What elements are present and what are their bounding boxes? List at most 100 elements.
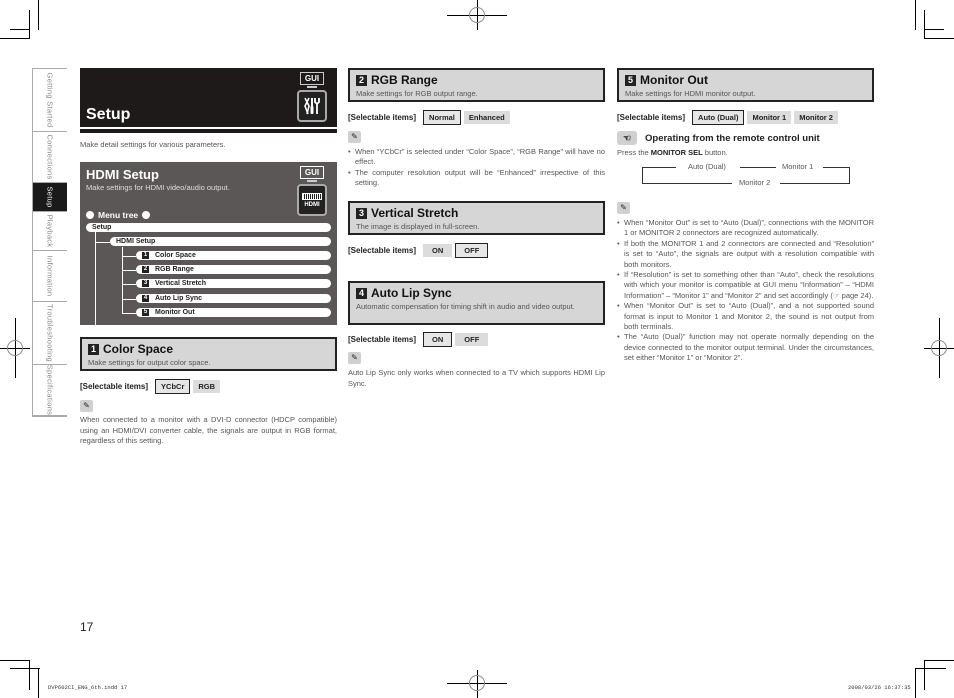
section-number: 5 bbox=[625, 74, 636, 86]
option-monitor-1[interactable]: Monitor 1 bbox=[747, 111, 792, 124]
page-number: 17 bbox=[80, 620, 94, 634]
vertical-stretch-options: [Selectable items] ON OFF bbox=[348, 243, 489, 258]
note-pencil-icon: ✎ bbox=[348, 131, 361, 143]
rgb-range-section: 2 RGB Range Make settings for RGB output … bbox=[348, 68, 605, 102]
bullet-dot-icon bbox=[142, 211, 151, 219]
tab-playback[interactable]: Playback bbox=[33, 212, 67, 251]
gui-badge: GUI bbox=[300, 166, 324, 182]
note-pencil-icon: ✎ bbox=[617, 202, 630, 214]
header-divider bbox=[80, 129, 337, 133]
tree-connector bbox=[122, 313, 136, 314]
auto-lip-sync-section: 4 Auto Lip Sync Automatic compensation fo… bbox=[348, 281, 605, 325]
note-item: The “Auto (Dual)” function may not opera… bbox=[617, 332, 874, 363]
hdmi-setup-subtitle: Make settings for HDMI video/audio outpu… bbox=[86, 183, 230, 192]
note-item: When “YCbCr” is selected under “Color Sp… bbox=[348, 147, 605, 168]
remote-hand-icon: ☜ bbox=[617, 131, 637, 145]
flow-auto-dual: Auto (Dual) bbox=[688, 162, 726, 171]
section-number: 1 bbox=[88, 343, 99, 355]
option-normal[interactable]: Normal bbox=[423, 110, 461, 125]
hdmi-setup-title: HDMI Setup bbox=[86, 167, 159, 182]
flow-arrow bbox=[642, 183, 732, 184]
slug-timestamp: 2008/03/26 16:37:35 bbox=[848, 684, 911, 691]
section-description: The image is displayed in full-screen. bbox=[356, 222, 480, 231]
flow-arrow bbox=[823, 167, 849, 168]
option-off[interactable]: OFF bbox=[455, 243, 489, 258]
color-space-note: When connected to a monitor with a DVI-D… bbox=[80, 415, 337, 445]
tree-connector bbox=[122, 284, 136, 285]
slug-filename: DVP602CI_ENG_6th.indd 17 bbox=[48, 684, 128, 691]
menu-tree-label: Menu tree bbox=[86, 210, 151, 220]
rgb-range-options: [Selectable items] Normal Enhanced bbox=[348, 110, 510, 125]
setup-header: Setup GUI bbox=[80, 68, 337, 127]
option-on[interactable]: ON bbox=[423, 332, 453, 347]
vertical-stretch-section: 3 Vertical Stretch The image is displayed… bbox=[348, 201, 605, 235]
option-off[interactable]: OFF bbox=[455, 333, 489, 346]
flow-arrow bbox=[642, 167, 643, 183]
section-description: Make settings for output color space. bbox=[88, 358, 211, 367]
tree-connector bbox=[95, 232, 96, 325]
tab-setup[interactable]: Setup bbox=[33, 183, 67, 212]
option-rgb[interactable]: RGB bbox=[193, 380, 221, 393]
tree-connector bbox=[122, 270, 136, 271]
flow-monitor-1: Monitor 1 bbox=[782, 162, 814, 171]
tree-connector bbox=[122, 299, 136, 300]
flow-arrow bbox=[849, 167, 850, 183]
tree-node-color-space[interactable]: 1 Color Space bbox=[136, 251, 331, 260]
flow-arrow bbox=[642, 167, 676, 168]
tree-connector bbox=[122, 256, 136, 257]
note-item: The computer resolution output will be “… bbox=[348, 168, 605, 189]
section-number: 3 bbox=[356, 207, 367, 219]
monitor-out-options: [Selectable items] Auto (Dual) Monitor 1… bbox=[617, 110, 838, 125]
option-ycbcr[interactable]: YCbCr bbox=[155, 379, 191, 394]
tab-troubleshooting[interactable]: Troubleshooting bbox=[33, 302, 67, 365]
monitor-out-section: 5 Monitor Out Make settings for HDMI moni… bbox=[617, 68, 874, 102]
section-title: Vertical Stretch bbox=[371, 206, 459, 220]
tab-specifications[interactable]: Specifications bbox=[33, 365, 67, 416]
note-pencil-icon: ✎ bbox=[348, 352, 361, 364]
option-enhanced[interactable]: Enhanced bbox=[463, 111, 510, 124]
hdmi-setup-panel: HDMI Setup Make settings for HDMI video/… bbox=[80, 162, 337, 325]
section-title: RGB Range bbox=[371, 73, 438, 87]
page-title: Setup bbox=[86, 106, 131, 123]
remote-control-heading: ☜ Operating from the remote control unit bbox=[617, 131, 820, 145]
tree-node-rgb-range[interactable]: 2 RGB Range bbox=[136, 265, 331, 274]
tools-icon bbox=[297, 90, 327, 122]
remote-instruction: Press the MONITOR SEL button. bbox=[617, 148, 728, 157]
flow-monitor-2: Monitor 2 bbox=[739, 178, 771, 187]
tree-node-auto-lip-sync[interactable]: 4 Auto Lip Sync bbox=[136, 294, 331, 303]
note-item: If “Resolution” is set to something othe… bbox=[617, 270, 874, 301]
setup-description: Make detail settings for various paramet… bbox=[80, 140, 226, 149]
tree-node-setup[interactable]: Setup bbox=[86, 223, 331, 232]
chapter-tabs: Getting Started Connections Setup Playba… bbox=[32, 68, 67, 417]
flow-arrow bbox=[780, 183, 850, 184]
gui-badge: GUI bbox=[300, 72, 324, 88]
tree-connector bbox=[122, 247, 123, 314]
section-description: Make settings for RGB output range. bbox=[356, 89, 478, 98]
tree-node-hdmi-setup[interactable]: HDMI Setup bbox=[110, 237, 331, 246]
monitor-out-notes: When “Monitor Out” is set to “Auto (Dual… bbox=[617, 218, 874, 364]
tree-node-monitor-out[interactable]: 5 Monitor Out bbox=[136, 308, 331, 317]
note-item: If both the MONITOR 1 and 2 connectors a… bbox=[617, 239, 874, 270]
hdmi-connector-icon bbox=[302, 192, 322, 200]
option-monitor-2[interactable]: Monitor 2 bbox=[794, 111, 838, 124]
option-auto-dual[interactable]: Auto (Dual) bbox=[692, 110, 745, 125]
tab-connections[interactable]: Connections bbox=[33, 132, 67, 183]
tab-information[interactable]: Information bbox=[33, 251, 67, 302]
note-item: When “Monitor Out” is set to “Auto (Dual… bbox=[617, 218, 874, 239]
auto-lip-sync-note: Auto Lip Sync only works when connected … bbox=[348, 368, 605, 388]
section-title: Auto Lip Sync bbox=[371, 286, 452, 300]
color-space-options: [Selectable items] YCbCr RGB bbox=[80, 379, 221, 394]
section-title: Monitor Out bbox=[640, 73, 708, 87]
section-title: Color Space bbox=[103, 342, 174, 356]
bullet-dot-icon bbox=[86, 211, 94, 219]
note-item: When “Monitor Out” is set to “Auto (Dual… bbox=[617, 301, 874, 332]
section-description: Automatic compensation for timing shift … bbox=[356, 302, 575, 311]
tab-getting-started[interactable]: Getting Started bbox=[33, 69, 67, 132]
flow-arrow bbox=[740, 167, 776, 168]
rgb-range-notes: When “YCbCr” is selected under “Color Sp… bbox=[348, 147, 605, 189]
hdmi-icon-label: HDMI bbox=[304, 201, 320, 208]
section-number: 4 bbox=[356, 287, 367, 299]
tree-node-vertical-stretch[interactable]: 3 Vertical Stretch bbox=[136, 279, 331, 288]
tree-connector bbox=[95, 242, 110, 243]
option-on[interactable]: ON bbox=[423, 244, 453, 257]
